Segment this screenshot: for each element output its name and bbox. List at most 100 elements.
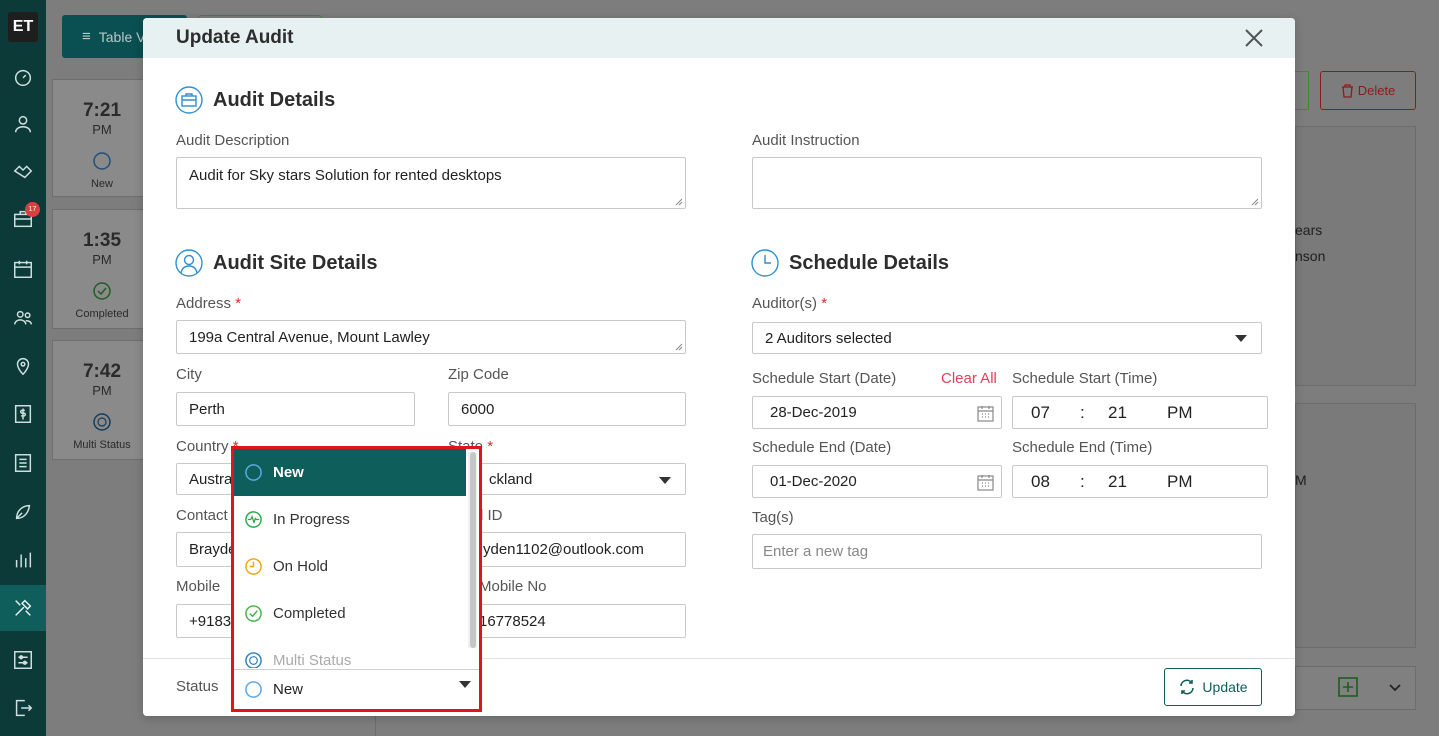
background-text: M	[1295, 472, 1307, 488]
start-time-separator: :	[1080, 403, 1085, 422]
end-time-separator: :	[1080, 472, 1085, 491]
alternate-mobile-input[interactable]: 16778524	[448, 604, 686, 638]
address-label-text: Address	[176, 295, 232, 312]
tags-label: Tag(s)	[752, 509, 794, 526]
status-option-multi-status[interactable]: Multi Status	[234, 637, 466, 668]
calendar-icon[interactable]	[0, 246, 46, 292]
card-period: PM	[92, 252, 112, 267]
status-option-new[interactable]: New	[234, 449, 466, 496]
tags-placeholder: Enter a new tag	[763, 543, 869, 560]
start-date-input[interactable]: 28-Dec-2019	[752, 396, 1002, 429]
calendar-icon[interactable]	[977, 474, 994, 491]
zip-code-value: 6000	[461, 400, 495, 418]
list-icon[interactable]	[0, 440, 46, 486]
trash-icon	[1341, 83, 1353, 98]
background-card[interactable]: 7:42 PM Multi Status	[52, 340, 152, 460]
start-date-value: 28-Dec-2019	[770, 404, 857, 421]
multi-status-icon	[245, 652, 262, 668]
end-time-input[interactable]: 08 : 21 PM	[1012, 465, 1268, 498]
team-icon[interactable]	[0, 295, 46, 341]
end-time-ampm[interactable]: PM	[1167, 472, 1193, 492]
logout-icon[interactable]	[0, 685, 46, 731]
country-label: Country *	[176, 438, 239, 455]
status-option-in-progress[interactable]: In Progress	[234, 496, 466, 543]
required-mark: *	[821, 295, 828, 312]
end-time-minute[interactable]: 21	[1108, 472, 1127, 492]
tools-icon[interactable]	[0, 585, 46, 631]
end-time-hour[interactable]: 08	[1031, 472, 1050, 492]
status-selected-value: New	[273, 681, 304, 698]
handshake-icon[interactable]	[0, 148, 46, 194]
start-time-minute[interactable]: 21	[1108, 403, 1127, 423]
close-icon[interactable]	[1243, 27, 1265, 49]
alternate-mobile-value: 16778524	[479, 612, 546, 630]
status-dropdown-list[interactable]: New In Progress On Hold Completed Multi …	[234, 449, 466, 668]
background-section-bar	[1295, 666, 1416, 710]
update-label: Update	[1202, 679, 1248, 695]
status-option-on-hold[interactable]: On Hold	[234, 543, 466, 590]
modal-header: Update Audit	[143, 18, 1295, 58]
completed-icon	[245, 605, 262, 622]
city-input[interactable]: Perth	[176, 392, 415, 426]
auditors-label-text: Auditor(s)	[752, 295, 818, 312]
start-time-label: Schedule Start (Time)	[1012, 370, 1158, 387]
resize-handle-icon[interactable]	[1251, 198, 1259, 206]
calendar-icon[interactable]	[977, 405, 994, 422]
clock-icon	[751, 249, 779, 277]
filter-icon: ≡	[82, 28, 91, 45]
background-panel	[1295, 403, 1416, 648]
audit-description-textarea[interactable]: Audit for Sky stars Solution for rented …	[176, 157, 686, 209]
caret-down-icon	[659, 477, 671, 484]
app-logo[interactable]: ET	[8, 12, 38, 42]
dropdown-scrollbar-thumb[interactable]	[470, 452, 476, 648]
user-icon	[175, 249, 203, 277]
completed-status-icon	[93, 282, 111, 300]
resize-handle-icon[interactable]	[675, 198, 683, 206]
card-time: 7:42	[82, 361, 122, 382]
required-mark: *	[487, 438, 494, 455]
auditors-select[interactable]: 2 Auditors selected	[752, 322, 1262, 354]
end-time-label: Schedule End (Time)	[1012, 439, 1153, 456]
audit-description-label: Audit Description	[176, 132, 290, 149]
email-input[interactable]: yden1102@outlook.com	[448, 532, 686, 567]
country-value: Austra	[189, 470, 233, 488]
state-value: ckland	[489, 470, 533, 488]
end-date-value: 01-Dec-2020	[770, 473, 857, 490]
leaf-icon[interactable]	[0, 489, 46, 535]
audit-instruction-textarea[interactable]	[752, 157, 1262, 209]
state-select[interactable]: ckland	[448, 463, 686, 495]
background-card[interactable]: 7:21 PM New	[52, 79, 152, 197]
background-card[interactable]: 1:35 PM Completed	[52, 209, 152, 329]
caret-down-icon[interactable]	[459, 681, 471, 688]
status-option-completed[interactable]: Completed	[234, 590, 466, 637]
start-time-ampm[interactable]: PM	[1167, 403, 1193, 423]
chevron-down-icon[interactable]	[1388, 683, 1402, 693]
delete-button[interactable]: Delete	[1320, 71, 1416, 110]
start-time-hour[interactable]: 07	[1031, 403, 1050, 423]
card-status: Completed	[75, 308, 129, 320]
status-option-label: On Hold	[273, 558, 329, 575]
add-icon[interactable]	[1338, 677, 1358, 697]
briefcase-icon	[175, 86, 203, 114]
zip-code-input[interactable]: 6000	[448, 392, 686, 426]
background-edit-button[interactable]	[1295, 71, 1309, 110]
end-date-input[interactable]: 01-Dec-2020	[752, 465, 1002, 498]
settings-icon[interactable]	[0, 637, 46, 683]
clear-all-link[interactable]: Clear All	[941, 370, 997, 387]
address-textarea[interactable]: 199a Central Avenue, Mount Lawley	[176, 320, 686, 354]
status-select[interactable]: New	[234, 669, 479, 709]
status-option-label: Multi Status	[273, 652, 352, 668]
dashboard-icon[interactable]	[0, 54, 46, 100]
end-date-label: Schedule End (Date)	[752, 439, 892, 456]
start-time-input[interactable]: 07 : 21 PM	[1012, 396, 1268, 429]
update-button[interactable]: Update	[1164, 668, 1262, 706]
dollar-icon[interactable]	[0, 391, 46, 437]
user-icon[interactable]	[0, 101, 46, 147]
tags-input[interactable]: Enter a new tag	[752, 534, 1262, 569]
chart-icon[interactable]	[0, 537, 46, 583]
location-icon[interactable]	[0, 343, 46, 389]
alternate-mobile-label: Mobile No	[479, 578, 547, 595]
resize-handle-icon[interactable]	[675, 343, 683, 351]
briefcase-icon[interactable]: 17	[0, 196, 46, 242]
city-value: Perth	[189, 400, 225, 418]
